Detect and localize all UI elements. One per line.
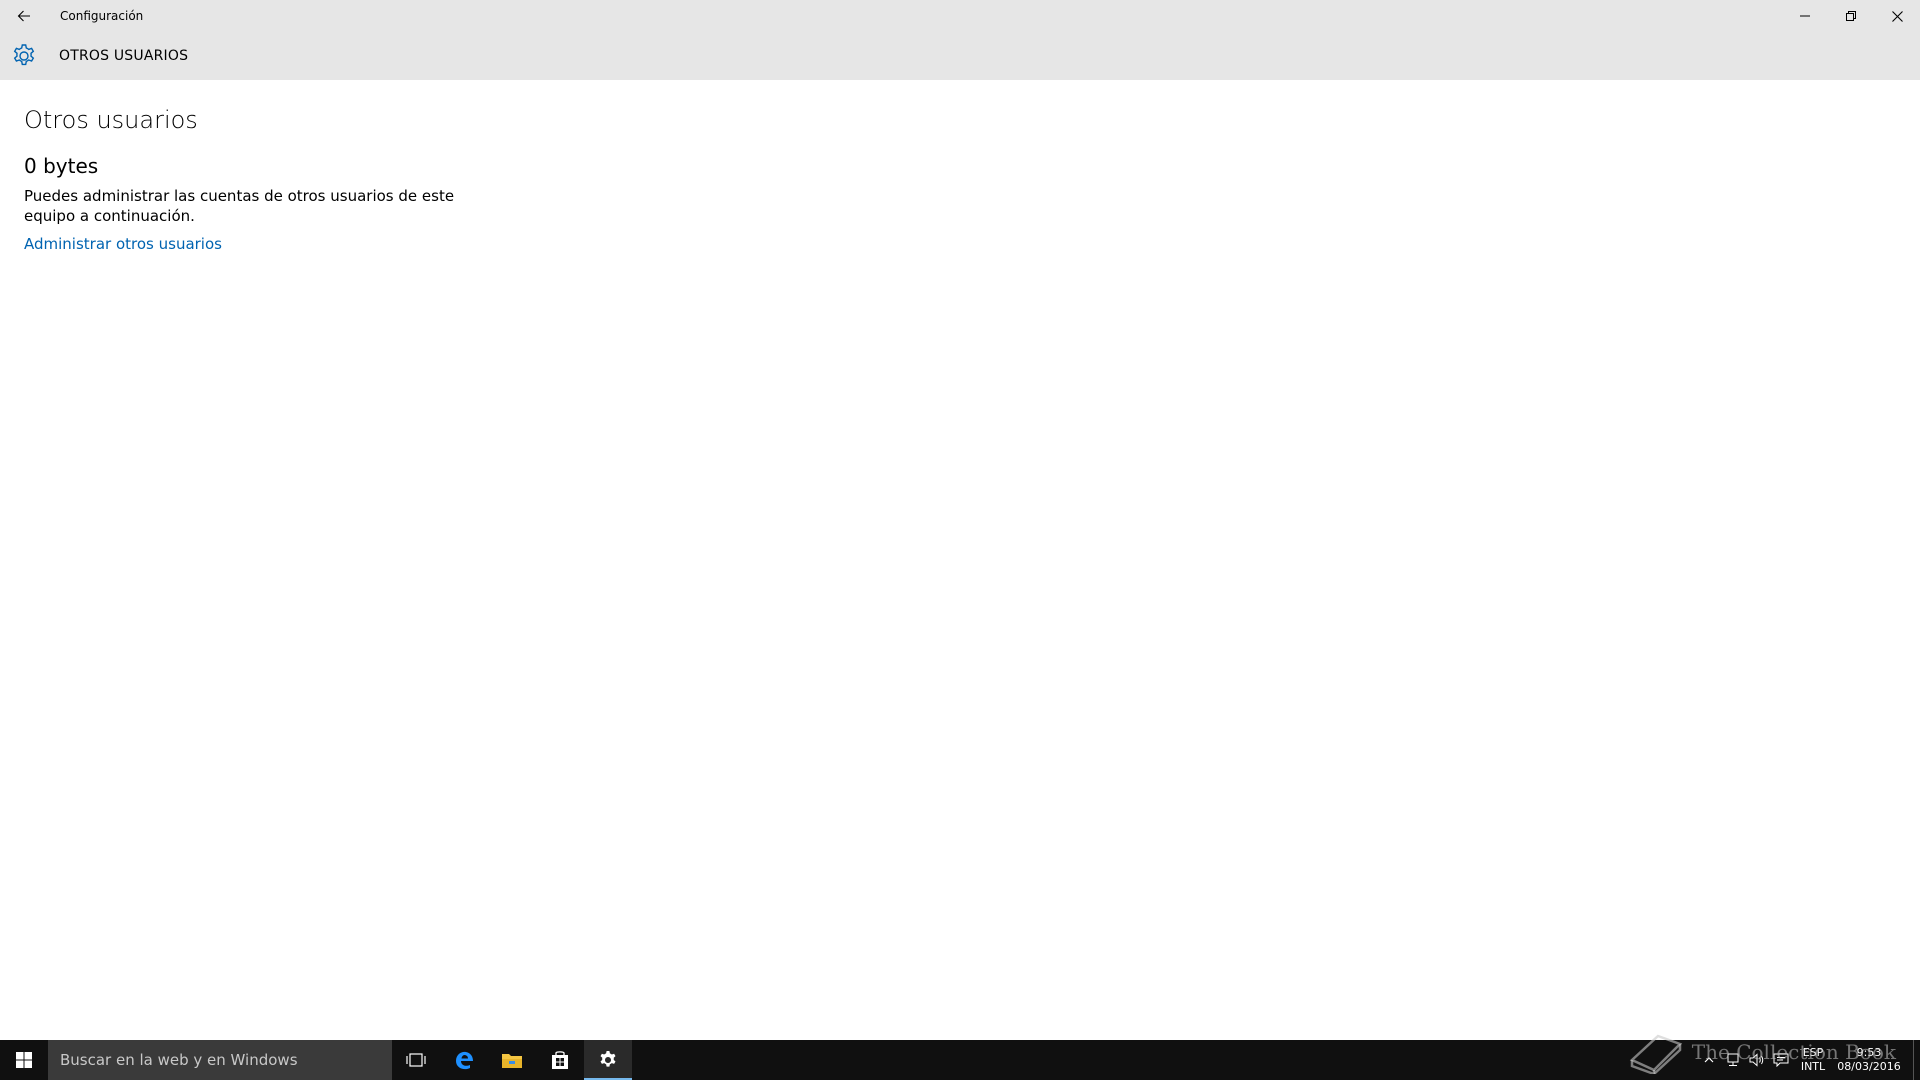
lang-layout: INTL — [1800, 1060, 1826, 1073]
task-view-button[interactable] — [392, 1040, 440, 1080]
header-gear-icon-wrap — [0, 32, 48, 80]
network-icon — [1727, 1053, 1739, 1066]
action-center-button[interactable] — [1769, 1040, 1793, 1080]
show-hidden-icons-button[interactable] — [1697, 1040, 1721, 1080]
storage-size-value: 0 bytes — [24, 154, 99, 178]
settings-taskbar-button[interactable] — [584, 1040, 632, 1080]
chevron-up-icon — [1704, 1057, 1714, 1063]
lang-code: ESP — [1802, 1046, 1824, 1059]
settings-gear-icon — [600, 1051, 616, 1067]
volume-button[interactable] — [1745, 1040, 1769, 1080]
minimize-button[interactable] — [1782, 0, 1828, 32]
minimize-icon — [1800, 15, 1810, 17]
taskbar-search-box[interactable]: Buscar en la web y en Windows — [48, 1040, 392, 1080]
main-content: Otros usuarios 0 bytes Puedes administra… — [24, 80, 504, 254]
search-placeholder: Buscar en la web y en Windows — [60, 1051, 298, 1069]
taskbar: Buscar en la web y en Windows ESP INTL 9… — [0, 1040, 1920, 1080]
description-text: Puedes administrar las cuentas de otros … — [24, 187, 455, 225]
gear-icon — [13, 44, 35, 66]
store-icon — [552, 1051, 568, 1069]
clock-time: 9:53 — [1856, 1046, 1882, 1059]
close-icon — [1891, 10, 1903, 22]
input-language-indicator[interactable]: ESP INTL — [1793, 1046, 1833, 1074]
window-controls — [1782, 0, 1920, 32]
windows-logo-icon — [16, 1052, 32, 1068]
arrow-left-icon — [17, 10, 30, 22]
taskbar-clock[interactable]: 9:53 08/03/2016 — [1833, 1046, 1905, 1074]
window-title: Configuración — [60, 9, 144, 23]
system-tray: ESP INTL 9:53 08/03/2016 — [1697, 1040, 1920, 1080]
manage-other-users-link[interactable]: Administrar otros usuarios — [24, 234, 222, 254]
network-button[interactable] — [1721, 1040, 1745, 1080]
file-explorer-taskbar-button[interactable] — [488, 1040, 536, 1080]
page-title: Otros usuarios — [24, 106, 198, 134]
folder-icon — [502, 1054, 522, 1068]
page-header: OTROS USUARIOS — [0, 32, 1920, 80]
start-button[interactable] — [0, 1040, 48, 1080]
clock-date: 08/03/2016 — [1837, 1060, 1901, 1073]
speaker-icon — [1749, 1053, 1764, 1067]
store-taskbar-button[interactable] — [536, 1040, 584, 1080]
back-button[interactable] — [0, 0, 48, 32]
show-desktop-button[interactable] — [1913, 1040, 1920, 1080]
title-bar: Configuración — [0, 0, 1920, 32]
edge-icon — [456, 1051, 473, 1070]
task-view-icon — [406, 1053, 426, 1067]
restore-button[interactable] — [1828, 0, 1874, 32]
edge-taskbar-button[interactable] — [440, 1040, 488, 1080]
close-button[interactable] — [1874, 0, 1920, 32]
header-title: OTROS USUARIOS — [59, 48, 189, 64]
message-icon — [1773, 1053, 1789, 1067]
restore-icon — [1846, 11, 1856, 21]
